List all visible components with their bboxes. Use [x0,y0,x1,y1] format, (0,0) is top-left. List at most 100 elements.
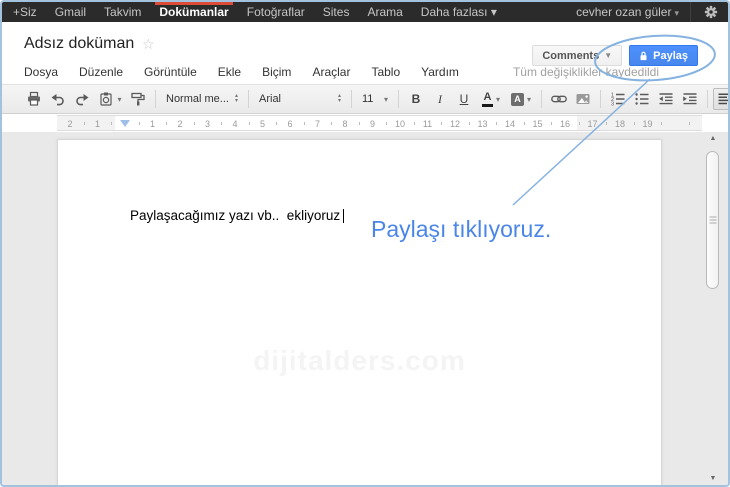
menu-yardım[interactable]: Yardım [421,65,459,79]
ruler-tick [441,122,443,125]
text-color-button[interactable]: A ▾ [476,88,506,110]
bold-button[interactable]: B [404,88,428,110]
google-docs-window: +Siz Gmail Takvim Dokümanlar Fotoğraflar Site… [0,0,730,487]
insert-image-icon[interactable] [571,88,595,110]
toolbar-divider [398,90,399,108]
toolbar-divider [541,90,542,108]
scrollbar[interactable]: ▲ ▼ [705,133,721,485]
ruler-number: 8 [342,119,348,129]
ruler-number: 4 [232,119,238,129]
star-icon[interactable]: ☆ [142,36,155,53]
ruler-number: 7 [314,119,321,129]
indent-icon[interactable] [678,88,702,110]
ruler-number: 12 [449,119,461,129]
gear-icon[interactable] [700,5,722,19]
insert-link-icon[interactable] [547,88,571,110]
ruler-tick [166,122,168,125]
share-label: Paylaş [653,49,688,62]
numbered-list-icon[interactable]: 123 [606,88,630,110]
ruler-number: 9 [369,119,376,129]
ruler-number: 15 [532,119,543,129]
toolbar-divider [155,90,156,108]
menu-tablo[interactable]: Tablo [371,65,400,79]
underline-button[interactable]: U [452,88,476,110]
italic-button[interactable]: I [428,88,452,110]
outdent-icon[interactable] [654,88,678,110]
lock-icon [640,51,647,60]
document-area: Paylaşacağımız yazı vb.. ekliyoruz dijit… [2,132,728,485]
menu-düzenle[interactable]: Düzenle [79,65,123,79]
toolbar-divider [248,90,249,108]
ruler[interactable]: 2 1 1 2 3 4 5 6 7 8 9 10 11 12 13 14 15 16 17 18 19 [57,115,702,131]
document-text[interactable]: Paylaşacağımız yazı vb.. ekliyoruz [130,208,345,223]
chevron-down-icon: ▾ [383,94,388,104]
indent-marker-icon[interactable] [120,120,130,127]
account-name: cevher ozan güler [576,5,672,19]
topbar-item-daha-fazlası[interactable]: Daha fazlası ▾ [412,2,506,22]
ruler-number: 11 [422,119,433,129]
account-menu[interactable]: cevher ozan güler ▾ [576,5,679,19]
chevron-down-icon: ▾ [674,8,679,18]
share-button[interactable]: Paylaş [629,45,698,66]
align-left-icon[interactable] [713,88,728,110]
redo-icon[interactable] [70,88,94,110]
google-bar: +Siz Gmail Takvim Dokümanlar Fotoğraflar Site… [2,2,728,22]
topbar-item-fotoğraflar[interactable]: Fotoğraflar [238,2,314,22]
watermark: dijitalders.com [253,345,466,376]
font-family-select[interactable]: Arial ▴ ▾ [254,89,346,109]
ruler-number: 5 [259,119,266,129]
font-size-select[interactable]: 11 ▾ [357,89,393,109]
fill-color-button[interactable]: A ▾ [506,88,536,110]
ruler-tick [248,122,250,125]
toolbar: ▾ Normal me... ▴▾ Arial ▴▾ 11 ▾ B I U [2,84,728,114]
print-icon[interactable] [22,88,46,110]
scroll-down-icon[interactable]: ▼ [705,473,721,485]
menu-araçlar[interactable]: Araçlar [312,65,350,79]
header-buttons: Comments ▼ Paylaş [532,45,698,66]
ruler-number: 14 [504,119,516,129]
doc-header: Adsız doküman ☆ Comments ▼ Paylaş Dosya D… [2,22,728,84]
font-family-value: Arial [259,93,282,105]
menu-dosya[interactable]: Dosya [24,65,58,79]
topbar-item-+siz[interactable]: +Siz [4,2,46,22]
topbar-item-sites[interactable]: Sites [314,2,359,22]
annotation-text: Paylaşı tıklıyoruz. [371,216,552,242]
topbar-item-arama[interactable]: Arama [358,2,411,22]
web-clipboard-icon[interactable]: ▾ [94,88,126,110]
topbar-item-takvim[interactable]: Takvim [95,2,150,22]
topbar-item-dokümanlar[interactable]: Dokümanlar [150,2,237,22]
ruler-number: 6 [287,119,293,129]
document-title[interactable]: Adsız doküman [24,35,134,53]
save-status[interactable]: Tüm değişiklikler kaydedildi [513,65,659,79]
page[interactable]: Paylaşacağımız yazı vb.. ekliyoruz dijit… [57,139,662,485]
scrollbar-thumb[interactable] [706,151,719,289]
menu-biçim[interactable]: Biçim [262,65,291,79]
chevron-down-icon: ▾ [117,94,122,104]
bullet-list-icon[interactable] [630,88,654,110]
paragraph-style-select[interactable]: Normal me... ▴ ▾ [161,89,243,109]
ruler-number: 2 [67,119,73,129]
ruler-tick [661,122,663,125]
ruler-tick [358,122,360,125]
google-bar-account-area: cevher ozan güler ▾ [576,2,728,22]
topbar-item-gmail[interactable]: Gmail [46,2,95,22]
scroll-up-icon[interactable]: ▲ [705,133,721,145]
menu-ekle[interactable]: Ekle [218,65,241,79]
ruler-tick [606,122,608,125]
ruler-tick [551,122,553,125]
updown-icon: ▴ ▾ [234,93,238,104]
chevron-down-icon: ▾ [526,94,531,104]
comments-button[interactable]: Comments ▼ [532,45,623,66]
svg-text:3: 3 [611,102,614,108]
menu-görüntüle[interactable]: Görüntüle [144,65,197,79]
topbar-divider [690,2,691,22]
font-size-value: 11 [362,93,374,105]
paint-format-icon[interactable] [126,88,150,110]
ruler-tick [111,122,113,125]
ruler-number: 17 [587,119,598,129]
ruler-number: 3 [204,119,211,129]
undo-icon[interactable] [46,88,70,110]
ruler-tick [633,122,635,125]
toolbar-divider [707,90,708,108]
scrollbar-grip-icon [709,216,716,224]
